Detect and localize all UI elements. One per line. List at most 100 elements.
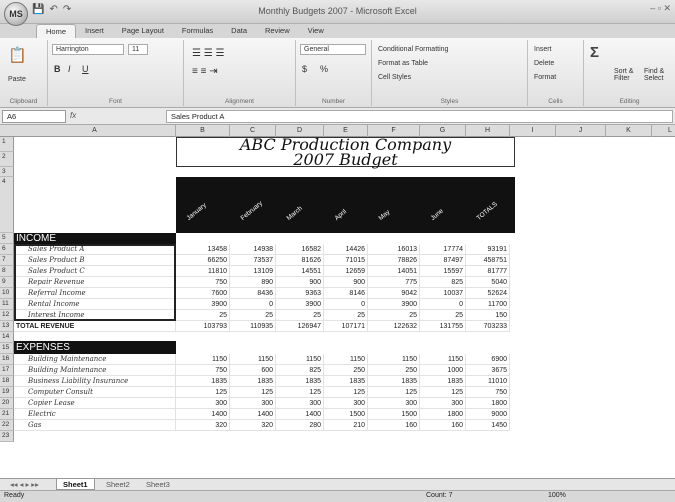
- row-header[interactable]: 18: [0, 376, 14, 387]
- table-cell[interactable]: 13109: [230, 266, 276, 277]
- table-cell[interactable]: 300: [368, 398, 420, 409]
- table-cell[interactable]: 250: [368, 365, 420, 376]
- table-cell[interactable]: 25: [176, 310, 230, 321]
- table-cell[interactable]: 750: [466, 387, 510, 398]
- paste-icon[interactable]: 📋: [8, 46, 27, 64]
- table-cell[interactable]: 125: [176, 387, 230, 398]
- row-header[interactable]: 6: [0, 244, 14, 255]
- row-label[interactable]: TOTAL REVENUE: [14, 321, 176, 332]
- table-cell[interactable]: 81777: [466, 266, 510, 277]
- table-cell[interactable]: 71015: [324, 255, 368, 266]
- conditional-formatting-button[interactable]: Conditional Formatting: [378, 46, 448, 53]
- table-cell[interactable]: 0: [324, 299, 368, 310]
- percent-button[interactable]: %: [320, 64, 328, 74]
- table-cell[interactable]: 16013: [368, 244, 420, 255]
- income-section-label[interactable]: INCOME: [14, 233, 176, 244]
- table-cell[interactable]: 1450: [466, 420, 510, 431]
- table-cell[interactable]: 1800: [420, 409, 466, 420]
- table-cell[interactable]: 5040: [466, 277, 510, 288]
- table-cell[interactable]: 3900: [176, 299, 230, 310]
- table-cell[interactable]: 107171: [324, 321, 368, 332]
- table-cell[interactable]: 12659: [324, 266, 368, 277]
- zoom-level[interactable]: 100%: [548, 492, 566, 499]
- tab-formulas[interactable]: Formulas: [173, 24, 222, 38]
- row-header[interactable]: 13: [0, 321, 14, 332]
- table-cell[interactable]: 300: [420, 398, 466, 409]
- table-cell[interactable]: 160: [368, 420, 420, 431]
- row-header[interactable]: 2: [0, 152, 14, 167]
- table-cell[interactable]: 890: [230, 277, 276, 288]
- table-cell[interactable]: 14938: [230, 244, 276, 255]
- table-cell[interactable]: 125: [230, 387, 276, 398]
- table-cell[interactable]: 73537: [230, 255, 276, 266]
- row-header[interactable]: 7: [0, 255, 14, 266]
- table-cell[interactable]: 1835: [420, 376, 466, 387]
- row-label[interactable]: Building Maintenance: [14, 365, 176, 376]
- row-header[interactable]: 16: [0, 354, 14, 365]
- table-cell[interactable]: 1400: [176, 409, 230, 420]
- table-cell[interactable]: 600: [230, 365, 276, 376]
- row-header[interactable]: 23: [0, 431, 14, 442]
- row-header[interactable]: 20: [0, 398, 14, 409]
- tab-page-layout[interactable]: Page Layout: [113, 24, 173, 38]
- table-cell[interactable]: 11700: [466, 299, 510, 310]
- formula-input[interactable]: Sales Product A: [166, 110, 673, 123]
- column-header-a[interactable]: A: [14, 125, 176, 137]
- table-cell[interactable]: 825: [420, 277, 466, 288]
- row-label[interactable]: Electric: [14, 409, 176, 420]
- sum-button[interactable]: Σ: [590, 44, 599, 61]
- table-cell[interactable]: 1500: [368, 409, 420, 420]
- row-header[interactable]: 22: [0, 420, 14, 431]
- row-header[interactable]: 11: [0, 299, 14, 310]
- table-cell[interactable]: 11010: [466, 376, 510, 387]
- table-cell[interactable]: 25: [276, 310, 324, 321]
- column-header-k[interactable]: K: [606, 125, 652, 137]
- table-cell[interactable]: 1500: [324, 409, 368, 420]
- italic-button[interactable]: I: [68, 64, 71, 74]
- tab-home[interactable]: Home: [36, 24, 77, 38]
- tab-data[interactable]: Data: [222, 24, 256, 38]
- table-cell[interactable]: 16582: [276, 244, 324, 255]
- row-header[interactable]: 17: [0, 365, 14, 376]
- table-cell[interactable]: 81626: [276, 255, 324, 266]
- table-cell[interactable]: 103793: [176, 321, 230, 332]
- column-header-j[interactable]: J: [556, 125, 606, 137]
- find-select-button[interactable]: Find & Select: [644, 68, 664, 82]
- underline-button[interactable]: U: [82, 64, 89, 74]
- table-cell[interactable]: 0: [230, 299, 276, 310]
- table-cell[interactable]: 1150: [176, 354, 230, 365]
- table-cell[interactable]: 300: [276, 398, 324, 409]
- table-cell[interactable]: 1400: [230, 409, 276, 420]
- table-cell[interactable]: 6900: [466, 354, 510, 365]
- paste-button[interactable]: Paste: [8, 76, 26, 83]
- table-cell[interactable]: 11810: [176, 266, 230, 277]
- table-cell[interactable]: 78826: [368, 255, 420, 266]
- table-cell[interactable]: 14551: [276, 266, 324, 277]
- table-cell[interactable]: 3675: [466, 365, 510, 376]
- row-header[interactable]: 5: [0, 233, 14, 244]
- row-label[interactable]: Computer Consult: [14, 387, 176, 398]
- sheet-nav-icon[interactable]: ◂◂ ◂ ▸ ▸▸: [4, 479, 45, 490]
- expenses-section-label[interactable]: EXPENSES: [14, 341, 176, 354]
- table-cell[interactable]: 66250: [176, 255, 230, 266]
- row-label[interactable]: Building Maintenance: [14, 354, 176, 365]
- row-header[interactable]: 21: [0, 409, 14, 420]
- bold-button[interactable]: B: [54, 64, 61, 74]
- table-cell[interactable]: 150: [466, 310, 510, 321]
- table-cell[interactable]: 458751: [466, 255, 510, 266]
- table-cell[interactable]: 1835: [276, 376, 324, 387]
- table-cell[interactable]: 825: [276, 365, 324, 376]
- font-size-box[interactable]: 11: [128, 44, 148, 55]
- table-cell[interactable]: 1835: [176, 376, 230, 387]
- table-cell[interactable]: 750: [176, 277, 230, 288]
- delete-button[interactable]: Delete: [534, 60, 554, 67]
- table-cell[interactable]: 17774: [420, 244, 466, 255]
- row-header[interactable]: 15: [0, 343, 14, 354]
- row-header[interactable]: 14: [0, 332, 14, 343]
- column-header-b[interactable]: B: [176, 125, 230, 137]
- table-cell[interactable]: 25: [420, 310, 466, 321]
- table-cell[interactable]: 320: [176, 420, 230, 431]
- sheet-tab-3[interactable]: Sheet3: [140, 479, 176, 490]
- table-cell[interactable]: 25: [324, 310, 368, 321]
- table-cell[interactable]: 1150: [276, 354, 324, 365]
